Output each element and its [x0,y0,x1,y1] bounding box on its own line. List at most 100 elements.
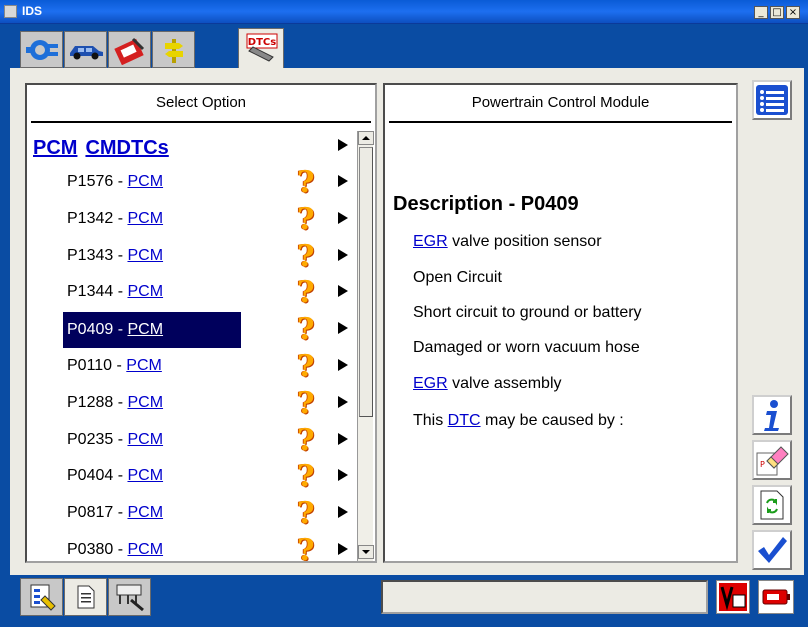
module-link[interactable]: PCM [127,247,163,264]
dtc-row[interactable]: P1288 - PCM? [27,386,355,422]
cause-line: Damaged or worn vacuum hose [413,339,640,356]
minimize-button[interactable]: _ [754,6,768,19]
dtc-row[interactable]: P0409 - PCM? [27,312,355,349]
close-button[interactable]: × [786,6,800,19]
expand-arrow-icon[interactable] [338,359,348,371]
expand-arrow-icon[interactable] [338,285,348,298]
notes-icon [30,584,56,611]
dtc-link[interactable]: DTC [448,412,481,429]
title-bar: IDS _ □ × [0,0,808,24]
maximize-button[interactable]: □ [770,6,784,19]
expand-arrow-icon[interactable] [338,175,348,187]
help-question-icon[interactable]: ? [297,203,323,236]
dtc-row[interactable]: P0404 - PCM? [27,459,355,495]
pcm-link[interactable]: PCM [33,137,77,159]
dtc-code[interactable]: P0817 - PCM [63,504,167,524]
cmdtcs-link[interactable]: CMDTCs [85,137,168,159]
document-icon [77,585,94,609]
status-box [381,580,708,614]
battery-button[interactable] [758,580,794,614]
cause-line: Open Circuit [413,269,502,286]
directions-tab[interactable] [152,31,195,68]
erase-codes-button[interactable]: P [752,440,792,480]
module-link[interactable]: PCM [127,504,163,521]
dtc-row[interactable]: P0110 - PCM? [27,349,355,385]
module-link[interactable]: PCM [127,431,163,448]
network-tab[interactable] [108,578,151,616]
egr-link[interactable]: EGR [413,233,448,250]
dtc-row[interactable]: P1576 - PCM? [27,165,355,201]
dtc-code[interactable]: P1288 - PCM [63,394,167,414]
help-question-icon[interactable]: ? [297,167,323,199]
help-question-icon[interactable]: ? [297,535,323,562]
vmm-button[interactable] [716,580,750,614]
dtc-row[interactable]: P1344 - PCM? [27,275,355,311]
app-icon [4,5,17,18]
expand-arrow-icon[interactable] [338,248,348,261]
module-link[interactable]: PCM [127,467,163,484]
dtc-code[interactable]: P1342 - PCM [63,210,167,230]
help-question-icon[interactable]: ? [297,498,323,530]
dtc-code[interactable]: P0110 - PCM [63,357,166,377]
module-header: Powertrain Control Module [471,94,650,111]
module-link[interactable]: PCM [127,321,163,338]
plug-icon [25,39,58,60]
expand-arrow-icon[interactable] [338,322,348,335]
dtc-list: PCM CMDTCs P1576 - PCM? P1342 - PCM? P1343 … [27,129,355,561]
vertical-scrollbar[interactable] [357,131,374,561]
help-question-icon[interactable]: ? [297,387,323,420]
dtc-code[interactable]: P0235 - PCM [63,431,167,451]
module-link[interactable]: PCM [127,210,163,227]
cause-line: EGR valve position sensor [413,233,602,250]
expand-arrow-icon[interactable] [338,432,348,445]
description-title: Description - P0409 [393,193,579,215]
dtc-code[interactable]: P1576 - PCM [63,173,167,193]
dtc-row[interactable]: P0235 - PCM? [27,423,355,459]
refresh-report-button[interactable] [752,485,792,525]
cause-line: Short circuit to ground or battery [413,304,642,321]
help-question-icon[interactable]: ? [297,351,323,383]
dtc-row[interactable]: P1343 - PCM? [27,239,355,275]
list-button[interactable] [752,80,792,120]
dtc-code[interactable]: P1343 - PCM [63,247,167,267]
dtc-row[interactable]: P1342 - PCM? [27,202,355,238]
confirm-button[interactable] [752,530,792,570]
document-tab[interactable] [64,578,107,616]
scroll-thumb[interactable] [359,147,373,417]
expand-arrow-icon[interactable] [338,395,348,408]
toolbox-tab[interactable] [108,31,151,68]
dtc-code[interactable]: P0409 - PCM [63,312,241,349]
module-link[interactable]: PCM [126,357,162,374]
dtc-code[interactable]: P1344 - PCM [63,283,167,303]
signpost-icon [164,38,183,63]
scroll-down-button[interactable] [358,545,374,559]
expand-arrow-icon[interactable] [338,211,348,224]
notes-tab[interactable] [20,578,63,616]
expand-arrow-icon[interactable] [338,543,348,555]
module-link[interactable]: PCM [127,283,163,300]
dtc-code[interactable]: P0404 - PCM [63,467,167,487]
help-question-icon[interactable]: ? [297,461,323,493]
help-question-icon[interactable]: ? [297,277,323,309]
help-question-icon[interactable]: ? [297,240,323,273]
dtc-tab[interactable]: DTCs [238,28,284,68]
egr-link[interactable]: EGR [413,375,448,392]
dtc-row[interactable]: P0380 - PCM? [27,533,355,561]
expand-arrow-icon[interactable] [338,139,348,151]
toolbox-icon [113,37,144,65]
help-question-icon[interactable]: ? [297,314,323,346]
info-button[interactable] [752,395,792,435]
expand-arrow-icon[interactable] [338,469,348,482]
help-question-icon[interactable]: ? [297,424,323,457]
expand-arrow-icon[interactable] [338,506,348,519]
module-link[interactable]: PCM [127,173,163,190]
scroll-up-button[interactable] [358,131,374,145]
connect-tab[interactable] [20,31,63,68]
module-link[interactable]: PCM [127,394,163,411]
dtc-row[interactable]: P0817 - PCM? [27,496,355,532]
vehicle-tab[interactable] [64,31,107,68]
module-link[interactable]: PCM [127,541,163,558]
pcm-cmdtcs-row[interactable]: PCM CMDTCs [27,129,355,165]
select-option-panel: Select Option PCM CMDTCs P1576 - PCM? P134… [25,83,377,563]
dtc-code[interactable]: P0380 - PCM [63,541,167,561]
